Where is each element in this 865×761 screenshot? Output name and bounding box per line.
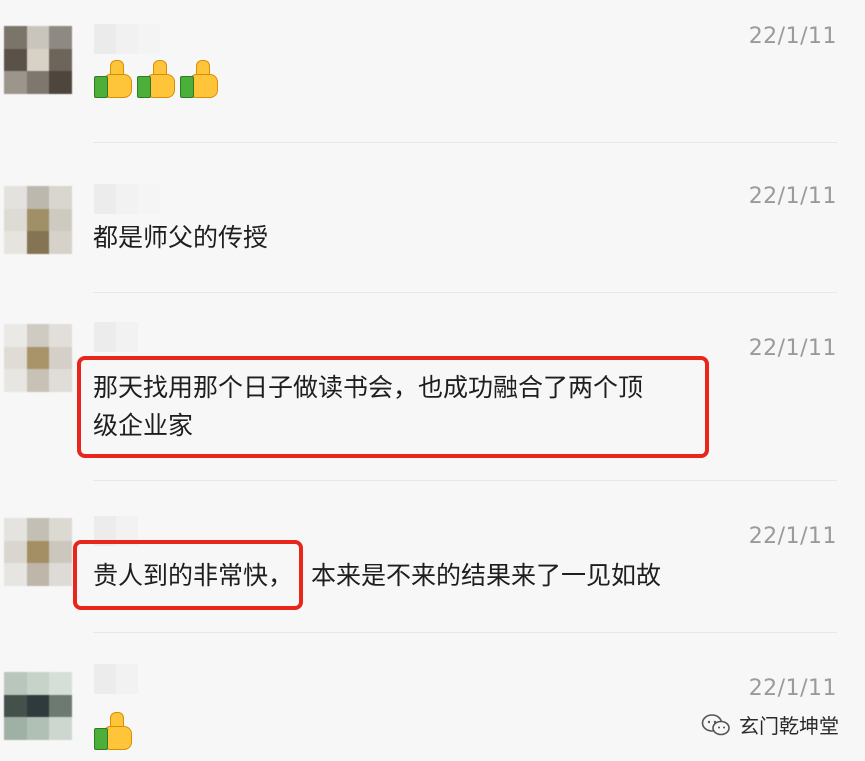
avatar[interactable] <box>4 672 72 740</box>
timestamp: 22/1/11 <box>748 336 837 361</box>
divider <box>93 632 837 633</box>
divider <box>93 292 837 293</box>
message-text: 都是师父的传授 <box>93 223 269 252</box>
timestamp: 22/1/11 <box>748 524 837 549</box>
divider <box>93 480 837 481</box>
thumbs-up-icon <box>137 60 177 100</box>
avatar[interactable] <box>4 186 72 254</box>
avatar[interactable] <box>4 26 72 94</box>
timestamp: 22/1/11 <box>748 676 837 701</box>
avatar[interactable] <box>4 518 72 586</box>
message-text-line-2: 级企业家 <box>93 411 194 440</box>
message-text-highlight: 贵人到的非常快， <box>93 561 294 590</box>
sender-name-blurred <box>94 664 138 694</box>
emoji-row <box>94 712 134 752</box>
emoji-row <box>94 60 220 100</box>
thumbs-up-icon <box>94 60 134 100</box>
timestamp: 22/1/11 <box>748 24 837 49</box>
timestamp: 22/1/11 <box>748 184 837 209</box>
account-watermark: 玄门乾坤堂 <box>701 710 839 739</box>
sender-name-blurred <box>94 322 138 352</box>
sender-name-blurred <box>94 24 160 54</box>
wechat-official-account-icon <box>701 713 731 737</box>
avatar[interactable] <box>4 324 72 392</box>
thumbs-up-icon <box>94 712 134 752</box>
message-text-rest: 本来是不来的结果来了一见如故 <box>311 561 662 590</box>
account-name: 玄门乾坤堂 <box>739 714 839 738</box>
thumbs-up-icon <box>180 60 220 100</box>
sender-name-blurred <box>94 184 160 214</box>
message-text-line-1: 那天找用那个日子做读书会，也成功融合了两个顶 <box>93 373 644 402</box>
divider <box>93 142 837 143</box>
